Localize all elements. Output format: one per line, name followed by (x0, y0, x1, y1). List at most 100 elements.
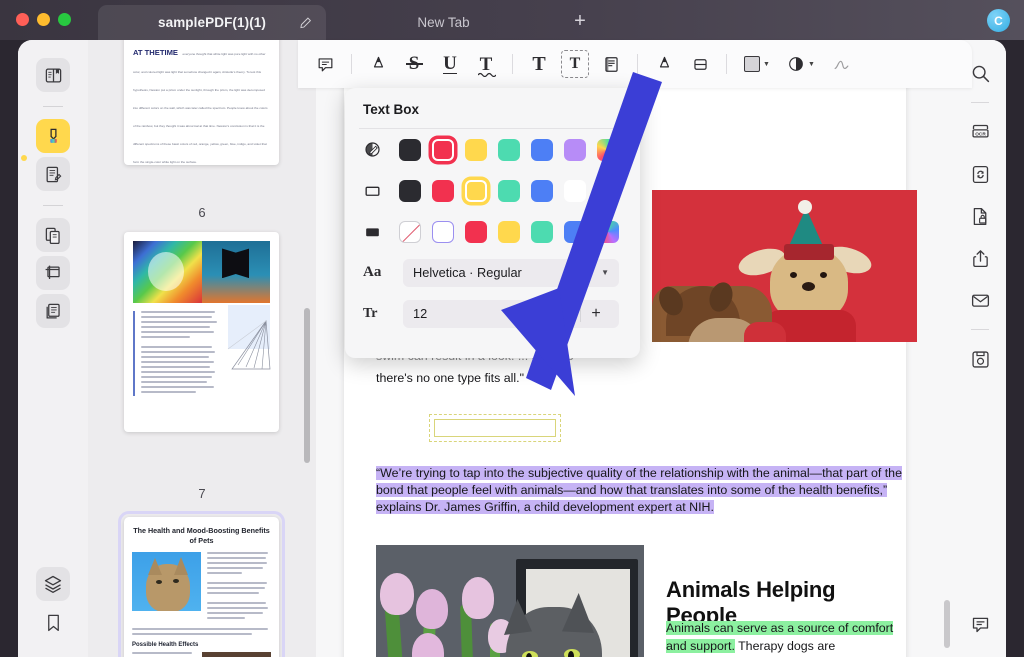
tool-note[interactable] (308, 47, 342, 81)
convert-button[interactable] (965, 159, 995, 189)
text-box-popover[interactable]: Text Box (345, 88, 640, 358)
tool-highlight[interactable] (361, 47, 395, 81)
sidebar-item-annotate[interactable] (36, 119, 70, 153)
tab-sample-pdf[interactable]: samplePDF(1)(1) (98, 5, 326, 40)
swatch-fill-none[interactable] (399, 221, 421, 243)
swatch-fill-custom-color-wheel[interactable] (597, 221, 619, 243)
tool-strikethrough[interactable]: S (397, 47, 431, 81)
swatch-text-teal[interactable] (498, 139, 520, 161)
section-body: Animals can serve as a source of comfort… (666, 620, 898, 657)
tool-signature[interactable] (824, 47, 858, 81)
swatch-text-purple[interactable] (564, 139, 586, 161)
swatch-text-red-selected[interactable] (432, 139, 454, 161)
traffic-lights (16, 13, 71, 26)
comments-button[interactable] (965, 609, 995, 639)
text-color-row (345, 129, 640, 170)
thumbnail-page-8[interactable]: The Health and Mood-Boosting Benefits of… (124, 517, 279, 657)
font-size-stepper: − + (550, 305, 611, 323)
swatch-border-custom-color-wheel[interactable] (597, 180, 619, 202)
rail-divider-1 (43, 106, 63, 107)
sidebar-item-bookmarks[interactable] (36, 605, 70, 639)
rail-divider-2 (43, 205, 63, 206)
tool-squiggly[interactable]: T (469, 47, 503, 81)
thumbnail-page-7[interactable] (124, 232, 279, 432)
font-row: Aa Helvetica · Regular ▼ (345, 252, 640, 293)
layers-icon (43, 574, 63, 594)
page-thumbnail-panel[interactable]: AT THETIME everyone thought that white l… (88, 40, 316, 657)
minimize-window-button[interactable] (37, 13, 50, 26)
fill-color-swatches[interactable] (399, 221, 619, 243)
save-button[interactable] (965, 344, 995, 374)
right-rail-divider-2 (971, 329, 989, 330)
chevron-down-icon: ▼ (763, 61, 770, 68)
thumbnail-page-6[interactable]: AT THETIME everyone thought that white l… (124, 40, 279, 165)
floppy-save-icon (970, 349, 991, 370)
text-T-icon: T (532, 54, 545, 74)
thumbnail-scrollbar[interactable] (304, 308, 310, 463)
tool-pencil[interactable] (647, 47, 681, 81)
swatch-border-teal[interactable] (498, 180, 520, 202)
font-label: Aa (363, 264, 399, 281)
swatch-text-blue[interactable] (531, 139, 553, 161)
border-color-row (345, 170, 640, 211)
text-box-placeholder[interactable] (429, 414, 561, 442)
swatch-fill-yellow[interactable] (498, 221, 520, 243)
ocr-button[interactable]: OCR (965, 117, 995, 147)
swatch-fill-red[interactable] (465, 221, 487, 243)
tab-new-tab[interactable]: New Tab (336, 5, 551, 40)
thumb-number-7: 7 (88, 486, 316, 501)
text-box-icon: T (570, 56, 581, 72)
tool-text-callout[interactable] (594, 47, 628, 81)
swatch-text-yellow[interactable] (465, 139, 487, 161)
tool-stamp[interactable]: ▼ (780, 47, 822, 81)
tool-shape[interactable]: ▼ (736, 47, 778, 81)
document-scrollbar[interactable] (944, 600, 950, 648)
text-color-swatches[interactable] (399, 139, 619, 161)
swatch-border-white[interactable] (564, 180, 586, 202)
sidebar-item-organize-pages[interactable] (36, 218, 70, 252)
sidebar-item-reading-mode[interactable] (36, 58, 70, 92)
font-family-select[interactable]: Helvetica · Regular ▼ (403, 259, 619, 287)
swatch-border-red[interactable] (432, 180, 454, 202)
swatch-text-black[interactable] (399, 139, 421, 161)
thumb-8-title: The Health and Mood-Boosting Benefits of… (132, 526, 271, 546)
left-tool-rail (18, 40, 88, 657)
swatch-border-black[interactable] (399, 180, 421, 202)
tool-text-box[interactable]: T (558, 47, 592, 81)
swatch-border-blue[interactable] (531, 180, 553, 202)
close-window-button[interactable] (16, 13, 29, 26)
bookmark-icon (44, 613, 63, 632)
avatar[interactable]: C (987, 9, 1010, 32)
right-rail-divider-1 (971, 102, 989, 103)
swatch-fill-blue[interactable] (564, 221, 586, 243)
font-size-decrease-button[interactable]: − (550, 305, 580, 323)
add-tab-button[interactable]: + (569, 11, 591, 33)
sidebar-item-layers[interactable] (36, 567, 70, 601)
sidebar-item-edit[interactable] (36, 157, 70, 191)
annotation-toolbar[interactable]: S U T T T (298, 40, 972, 88)
font-size-field[interactable]: 12 − + (403, 300, 619, 328)
font-family-value: Helvetica · Regular (413, 265, 522, 280)
sticky-note-icon (316, 55, 335, 74)
swatch-border-yellow-selected[interactable] (465, 180, 487, 202)
sidebar-item-crop[interactable] (36, 256, 70, 290)
sidebar-item-compare[interactable] (36, 294, 70, 328)
border-color-swatches[interactable] (399, 180, 619, 202)
crop-icon (44, 264, 63, 283)
right-tool-rail: OCR (954, 40, 1006, 657)
thumb-7-image (133, 241, 270, 303)
tool-underline[interactable]: U (433, 47, 467, 81)
maximize-window-button[interactable] (58, 13, 71, 26)
tool-add-text[interactable]: T (522, 47, 556, 81)
swatch-text-custom-color-wheel[interactable] (597, 139, 619, 161)
swatch-fill-white-outline[interactable] (432, 221, 454, 243)
email-button[interactable] (965, 285, 995, 315)
tool-eraser[interactable] (683, 47, 717, 81)
tab-title: samplePDF(1)(1) (158, 15, 266, 30)
signature-icon (832, 55, 851, 74)
protect-button[interactable] (965, 201, 995, 231)
pencil-icon[interactable] (299, 16, 312, 29)
swatch-fill-teal[interactable] (531, 221, 553, 243)
share-button[interactable] (965, 243, 995, 273)
font-size-increase-button[interactable]: + (581, 305, 611, 323)
